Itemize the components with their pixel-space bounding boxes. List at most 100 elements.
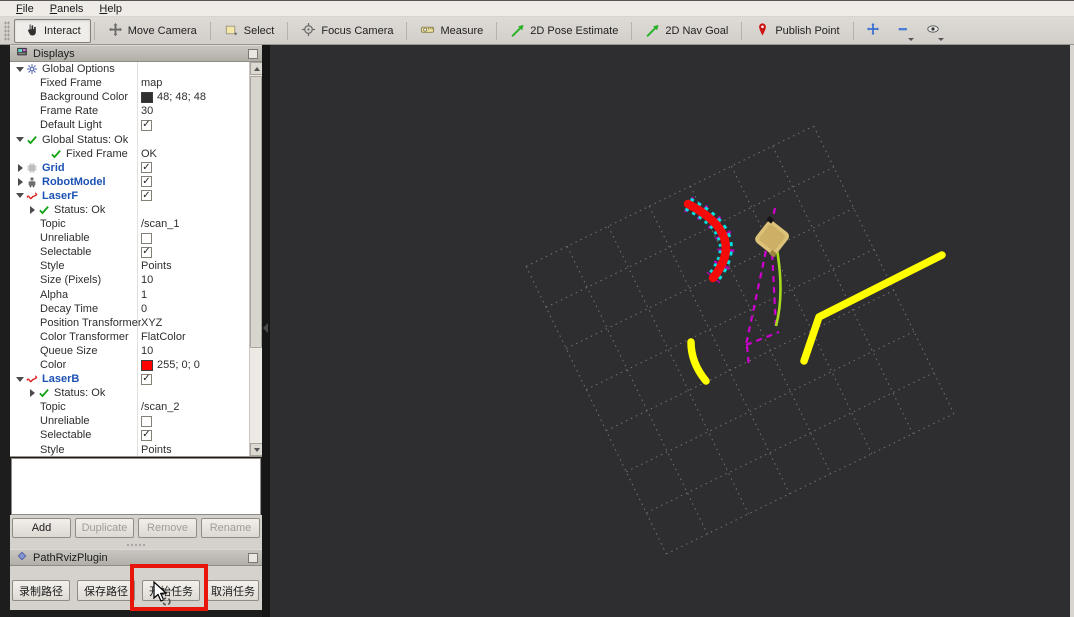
toolbar-drag-handle[interactable] [4,20,10,41]
tree-row-grid[interactable]: Grid ✓ [10,161,249,175]
tool-select[interactable]: Select [214,19,285,43]
tree-row-global-status-ok[interactable]: Global Status: Ok [10,132,249,146]
property-value[interactable]: 255; 0; 0 [141,359,200,371]
tree-row-fixed-frame[interactable]: Fixed Frame map [10,76,249,90]
tool-focus-camera[interactable]: Focus Camera [291,19,403,43]
property-value[interactable]: map [141,77,162,89]
tool-publish-point[interactable]: Publish Point [745,19,849,43]
displays-panel-float-button[interactable] [248,48,258,59]
scroll-down-button[interactable] [250,443,262,456]
plugin-button-2[interactable]: 保存路径 [77,580,135,601]
checkbox-checked[interactable]: ✓ [141,246,152,258]
tool-button-move-cross-icon[interactable] [861,20,885,42]
tree-row-background-color[interactable]: Background Color 48; 48; 48 [10,90,249,104]
tree-row-color[interactable]: Color 255; 0; 0 [10,358,249,372]
3d-viewport[interactable] [270,45,1070,617]
expander-open-icon[interactable] [14,66,26,72]
tree-row-position-transformer[interactable]: Position Transformer XYZ [10,316,249,330]
property-value[interactable]: 1 [141,289,147,301]
tree-row-laserb[interactable]: LaserB ✓ [10,372,249,386]
property-value[interactable]: ✓ [141,373,152,385]
tree-row-size-pixels-[interactable]: Size (Pixels) 10 [10,273,249,287]
property-value[interactable]: Points [141,260,172,272]
checkbox-checked[interactable]: ✓ [141,373,152,385]
property-value[interactable] [141,415,152,427]
checkbox-checked[interactable]: ✓ [141,429,152,441]
tree-row-style[interactable]: Style Points [10,259,249,273]
tree-row-laserf[interactable]: LaserF ✓ [10,189,249,203]
property-value[interactable]: /scan_2 [141,401,180,413]
tree-row-global-options[interactable]: Global Options [10,62,249,76]
tree-row-status-ok[interactable]: Status: Ok [10,203,249,217]
expander-open-icon[interactable] [14,193,26,199]
property-value[interactable]: ✓ [141,246,152,258]
tool-button-minus-icon[interactable] [891,20,915,42]
plugin-button-3-highlighted[interactable]: 开始任务 [142,580,200,601]
plugin-button-1[interactable]: 录制路径 [12,580,70,601]
tree-row-queue-size[interactable]: Queue Size 10 [10,344,249,358]
dropdown-arrow-icon[interactable] [937,37,944,41]
checkbox-checked[interactable]: ✓ [141,190,152,202]
tool-button-eye-icon[interactable] [921,20,945,42]
dropdown-arrow-icon[interactable] [907,37,914,41]
property-value[interactable]: ✓ [141,162,152,174]
tool-2d-nav-goal[interactable]: 2D Nav Goal [635,19,738,43]
expander-closed-icon[interactable] [14,163,26,172]
checkbox-checked[interactable]: ✓ [141,176,152,188]
property-value[interactable]: /scan_1 [141,218,180,230]
viewport-canvas[interactable] [270,45,1070,617]
checkbox-checked[interactable]: ✓ [141,119,152,131]
collapse-arrow-icon[interactable] [263,323,268,333]
tool-2d-pose-estimate[interactable]: 2D Pose Estimate [500,19,628,43]
checkbox-checked[interactable]: ✓ [141,162,152,174]
tree-row-frame-rate[interactable]: Frame Rate 30 [10,104,249,118]
dock-splitter[interactable] [262,45,270,617]
tree-row-default-light[interactable]: Default Light ✓ [10,118,249,132]
property-value[interactable] [141,232,152,244]
checkbox-unchecked[interactable] [141,415,152,427]
expander-closed-icon[interactable] [14,177,26,186]
property-value[interactable]: ✓ [141,176,152,188]
scrollbar-thumb[interactable] [250,76,262,348]
menu-item-panels[interactable]: Panels [42,2,92,16]
checkbox-unchecked[interactable] [141,232,152,244]
expander-closed-icon[interactable] [26,389,38,398]
property-value[interactable]: ✓ [141,119,152,131]
tree-scrollbar[interactable] [249,62,262,456]
property-value[interactable]: ✓ [141,429,152,441]
scroll-up-button[interactable] [250,62,262,75]
property-value[interactable]: OK [141,148,157,160]
property-value[interactable]: 48; 48; 48 [141,91,206,103]
property-value[interactable]: 10 [141,274,153,286]
plugin-button-4[interactable]: 取消任务 [207,580,259,601]
add-display-button[interactable]: Add [12,518,71,538]
tool-move-camera[interactable]: Move Camera [98,19,207,43]
property-value[interactable]: 30 [141,105,153,117]
tree-row-status-ok[interactable]: Status: Ok [10,386,249,400]
tree-row-topic[interactable]: Topic/scan_2 [10,400,249,414]
tree-row-decay-time[interactable]: Decay Time 0 [10,302,249,316]
tool-interact[interactable]: Interact [14,18,91,43]
expander-closed-icon[interactable] [26,205,38,214]
tree-row-unreliable[interactable]: Unreliable [10,414,249,428]
property-value[interactable]: XYZ [141,317,162,329]
tree-row-unreliable[interactable]: Unreliable [10,231,249,245]
menu-item-help[interactable]: Help [91,2,130,16]
tree-row-robotmodel[interactable]: RobotModel ✓ [10,175,249,189]
expander-open-icon[interactable] [14,137,26,143]
menu-item-file[interactable]: File [8,2,42,16]
tree-row-fixed-frame[interactable]: Fixed Frame OK [10,147,249,161]
tool-measure[interactable]: Measure [410,19,493,43]
panel-splitter-handle[interactable] [10,541,262,549]
tree-row-topic[interactable]: Topic/scan_1 [10,217,249,231]
tree-row-selectable[interactable]: Selectable ✓ [10,245,249,259]
tree-row-color-transformer[interactable]: Color Transformer FlatColor [10,330,249,344]
tree-row-alpha[interactable]: Alpha 1 [10,288,249,302]
tree-row-selectable[interactable]: Selectable ✓ [10,428,249,442]
property-value[interactable]: 10 [141,345,153,357]
tree-row-style[interactable]: Style Points [10,443,249,456]
property-value[interactable]: 0 [141,303,147,315]
property-value[interactable]: ✓ [141,190,152,202]
expander-open-icon[interactable] [14,376,26,382]
property-value[interactable]: FlatColor [141,331,186,343]
